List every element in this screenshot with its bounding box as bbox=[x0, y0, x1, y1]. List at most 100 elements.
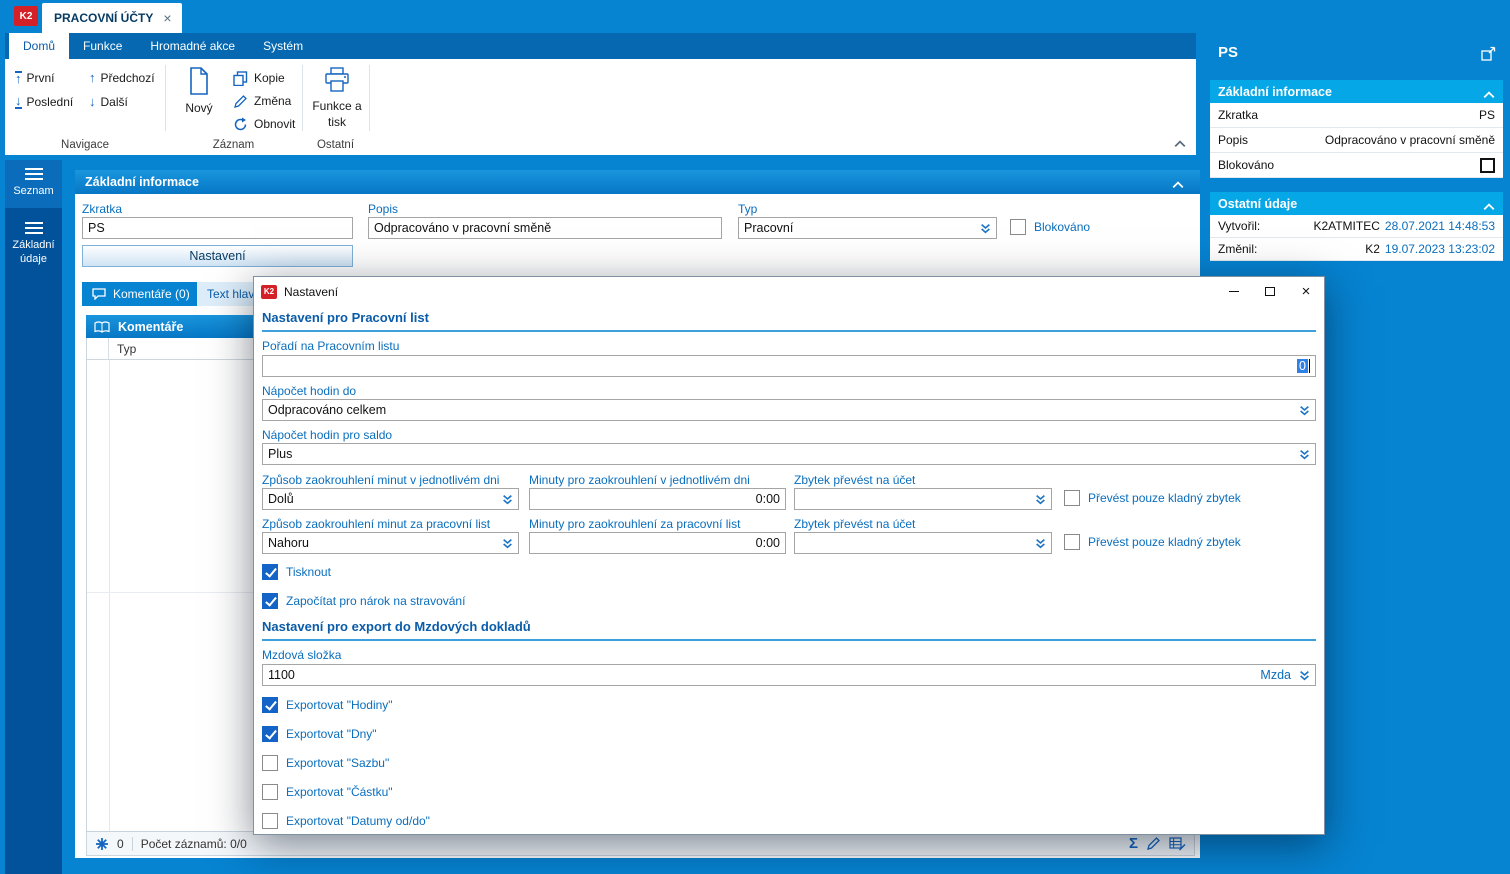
sidebar-item-seznam[interactable]: Seznam bbox=[5, 160, 62, 208]
new-document-icon bbox=[190, 67, 208, 95]
last-button[interactable]: ↓ Poslední bbox=[15, 93, 73, 111]
export-datumy-label: Exportovat "Datumy od/do" bbox=[286, 814, 430, 828]
functions-print-button[interactable]: Funkce a tisk bbox=[308, 67, 366, 149]
collapse-ribbon-icon[interactable] bbox=[1174, 137, 1186, 151]
export-castku-row: Exportovat "Částku" bbox=[262, 784, 393, 800]
saldo-dropdown[interactable]: Plus bbox=[262, 443, 1316, 465]
prevest-dni-checkbox[interactable] bbox=[1064, 490, 1080, 506]
info-row: Zkratka PS bbox=[1210, 103, 1503, 128]
first-button[interactable]: ↑ První bbox=[15, 69, 55, 87]
dropdown-icon bbox=[1036, 538, 1045, 548]
basic-info-header: Základní informace bbox=[75, 170, 1200, 194]
expand-panel-icon[interactable] bbox=[1481, 46, 1496, 64]
ribbon-tab-funkce[interactable]: Funkce bbox=[69, 33, 136, 59]
minimize-icon[interactable] bbox=[1216, 277, 1252, 306]
down-arrow-icon: ↓ bbox=[89, 94, 96, 109]
grid-edit-icon[interactable] bbox=[1169, 836, 1186, 851]
section-basic-info[interactable]: Základní informace bbox=[1210, 80, 1503, 103]
zpusob-dni-dropdown[interactable]: Dolů bbox=[262, 488, 519, 510]
text-caret bbox=[1309, 359, 1310, 373]
sidebar-item-zakladni-udaje[interactable]: Základní údaje bbox=[5, 214, 62, 276]
export-dny-checkbox[interactable] bbox=[262, 726, 278, 742]
close-icon[interactable]: × bbox=[1288, 277, 1324, 306]
status-count: 0 bbox=[117, 836, 124, 851]
asterisk-icon[interactable] bbox=[95, 837, 109, 851]
edit-label: Změna bbox=[254, 94, 292, 108]
copy-label: Kopie bbox=[254, 71, 285, 85]
section-other-data-label: Ostatní údaje bbox=[1218, 196, 1298, 211]
export-hodiny-checkbox[interactable] bbox=[262, 697, 278, 713]
collapse-section-icon[interactable] bbox=[1483, 200, 1495, 214]
zpusob-list-label: Způsob zaokrouhlení minut za pracovní li… bbox=[262, 517, 491, 531]
dropdown-icon bbox=[503, 538, 512, 548]
tisknout-checkbox[interactable] bbox=[262, 564, 278, 580]
export-datumy-row: Exportovat "Datumy od/do" bbox=[262, 813, 430, 829]
zpusob-list-dropdown[interactable]: Nahoru bbox=[262, 532, 519, 554]
export-datumy-checkbox[interactable] bbox=[262, 813, 278, 829]
section-other-data[interactable]: Ostatní údaje bbox=[1210, 192, 1503, 215]
zkratka-input[interactable]: PS bbox=[82, 217, 353, 239]
row-label: Popis bbox=[1218, 133, 1249, 147]
typ-dropdown[interactable]: Pracovní bbox=[738, 217, 997, 239]
titlebar: K2 PRACOVNÍ ÚČTY × bbox=[0, 0, 1510, 33]
collapse-section-icon[interactable] bbox=[1483, 88, 1495, 102]
audit-user: K2ATMITEC bbox=[1313, 219, 1380, 233]
previous-button[interactable]: ↑ Předchozí bbox=[89, 69, 155, 87]
functions-print-label: Funkce a tisk bbox=[312, 99, 362, 129]
minuty-dni-input[interactable]: 0:00 bbox=[529, 488, 786, 510]
export-sazbu-label: Exportovat "Sazbu" bbox=[286, 756, 390, 770]
zbytek-dni-dropdown[interactable] bbox=[794, 488, 1052, 510]
blokovano-preview-checkbox[interactable] bbox=[1480, 157, 1495, 173]
ribbon-tab-hromadne-akce[interactable]: Hromadné akce bbox=[136, 33, 249, 59]
tab-komentare[interactable]: Komentáře (0) bbox=[82, 282, 200, 306]
document-tab[interactable]: PRACOVNÍ ÚČTY × bbox=[42, 3, 182, 33]
section1-title: Nastavení pro Pracovní list bbox=[262, 310, 429, 325]
gutter-line bbox=[109, 360, 110, 831]
new-button[interactable]: Nový bbox=[175, 67, 223, 139]
maximize-icon[interactable] bbox=[1252, 277, 1288, 306]
refresh-icon bbox=[234, 117, 247, 130]
poradi-input[interactable]: 0 bbox=[262, 355, 1316, 377]
audit-date: 19.07.2023 13:23:02 bbox=[1384, 242, 1495, 256]
close-tab-icon[interactable]: × bbox=[163, 10, 171, 26]
tisknout-checkbox-row: Tisknout bbox=[262, 564, 331, 580]
typ-value: Pracovní bbox=[744, 221, 794, 235]
prevest-list-label: Převést pouze kladný zbytek bbox=[1088, 535, 1241, 549]
ribbon-tab-domu[interactable]: Domů bbox=[9, 33, 70, 59]
last-label: Poslední bbox=[26, 95, 74, 109]
edit-button[interactable]: Změna bbox=[233, 92, 291, 110]
group-separator bbox=[369, 65, 370, 131]
k2-logo-icon[interactable]: K2 bbox=[14, 6, 38, 26]
export-castku-checkbox[interactable] bbox=[262, 784, 278, 800]
group-separator bbox=[302, 65, 303, 131]
popis-input[interactable]: Odpracováno v pracovní směně bbox=[368, 217, 722, 239]
collapse-section-icon[interactable] bbox=[1172, 178, 1184, 192]
blokovano-label: Blokováno bbox=[1034, 220, 1091, 234]
zbytek-list-dropdown[interactable] bbox=[794, 532, 1052, 554]
zbytek-dni-label: Zbytek převést na účet bbox=[794, 473, 916, 487]
column-typ-label[interactable]: Typ bbox=[109, 342, 136, 356]
dialog-titlebar[interactable]: K2 Nastavení × bbox=[254, 277, 1324, 306]
blokovano-checkbox[interactable] bbox=[1010, 219, 1026, 235]
minuty-list-input[interactable]: 0:00 bbox=[529, 532, 786, 554]
ribbon-tab-system[interactable]: Systém bbox=[249, 33, 317, 59]
next-button[interactable]: ↓ Další bbox=[89, 93, 128, 111]
zapocitat-checkbox[interactable] bbox=[262, 593, 278, 609]
comments-header-label: Komentáře bbox=[118, 319, 184, 334]
previous-label: Předchozí bbox=[100, 71, 155, 85]
export-sazbu-checkbox[interactable] bbox=[262, 755, 278, 771]
prevest-list-checkbox[interactable] bbox=[1064, 534, 1080, 550]
refresh-button[interactable]: Obnovit bbox=[233, 115, 295, 133]
ribbon: Domů Funkce Hromadné akce Systém ↑ První… bbox=[5, 33, 1196, 155]
row-gutter bbox=[87, 338, 109, 359]
copy-icon bbox=[233, 70, 248, 86]
copy-button[interactable]: Kopie bbox=[233, 69, 285, 87]
dropdown-icon bbox=[503, 494, 512, 504]
nastaveni-button[interactable]: Nastavení bbox=[82, 245, 353, 267]
preview-title: PS bbox=[1218, 44, 1239, 61]
dialog-title: Nastavení bbox=[284, 284, 339, 299]
sum-icon[interactable]: Σ bbox=[1129, 836, 1138, 851]
mzdova-input[interactable]: 1100 Mzda bbox=[262, 664, 1316, 686]
edit-icon[interactable] bbox=[1146, 836, 1161, 851]
napocet-dropdown[interactable]: Odpracováno celkem bbox=[262, 399, 1316, 421]
